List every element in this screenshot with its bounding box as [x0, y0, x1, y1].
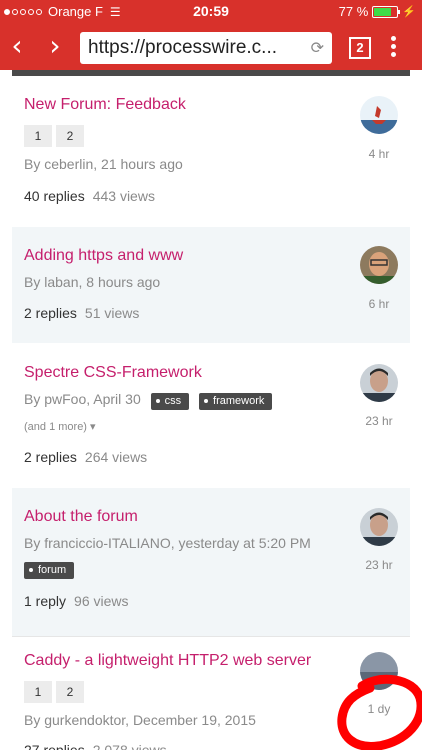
more-tags-toggle[interactable]: (and 1 more) ▾: [24, 420, 96, 433]
reply-count: 2 replies: [24, 305, 77, 321]
caret-down-icon: ▾: [90, 421, 96, 433]
topic-stats: 2 replies 51 views: [24, 305, 139, 321]
last-activity-time: 6 hr: [368, 297, 390, 311]
reply-count: 1 reply: [24, 593, 67, 609]
reload-icon[interactable]: ⟳: [311, 38, 324, 57]
view-count: 443 views: [92, 188, 155, 204]
more-vert-icon[interactable]: [388, 36, 398, 60]
topic-byline: By ceberlin, 21 hours ago: [24, 156, 183, 172]
battery-percent: 77 %: [338, 4, 369, 19]
topic-stats: 27 replies 2,078 views: [24, 742, 167, 750]
page-link[interactable]: 2: [56, 125, 84, 147]
page-link[interactable]: 1: [24, 125, 52, 147]
avatar[interactable]: [360, 508, 398, 546]
annotation-circle: [337, 674, 422, 750]
url-text[interactable]: https://processwire.c...: [88, 37, 277, 59]
chevron-right-icon[interactable]: ›: [42, 32, 68, 61]
view-count: 2,078 views: [92, 742, 167, 750]
topic-title[interactable]: New Forum: Feedback: [24, 96, 186, 114]
battery-info: 77 % ⚡: [339, 4, 416, 19]
topic-byline: By gurkendoktor, December 19, 2015: [24, 712, 256, 728]
view-count: 264 views: [84, 449, 148, 465]
topic-stats: 2 replies 264 views: [24, 449, 147, 465]
tabs-button[interactable]: 2: [349, 37, 371, 59]
reply-count: 27 replies: [24, 742, 85, 750]
tag-forum[interactable]: forum: [24, 562, 75, 579]
browser-toolbar: ‹ › https://processwire.c... ⟳ 2: [0, 24, 422, 70]
topic-item: New Forum: Feedback 1 2 By ceberlin, 21 …: [12, 76, 410, 218]
reply-count: 2 replies: [24, 449, 77, 465]
topic-byline: By pwFoo, April 30 css framework: [24, 391, 273, 410]
divider: [12, 636, 410, 637]
last-activity-time: 4 hr: [368, 147, 390, 161]
tag-css[interactable]: css: [150, 393, 190, 410]
topic-pagination: 1 2: [24, 125, 84, 147]
charging-bolt-icon: ⚡: [402, 6, 416, 18]
avatar[interactable]: [360, 364, 398, 402]
view-count: 51 views: [84, 305, 140, 321]
topic-pagination: 1 2: [24, 681, 84, 703]
topic-title[interactable]: Adding https and www: [24, 247, 183, 265]
topic-tags: forum: [18, 560, 75, 579]
battery-icon: [372, 5, 401, 18]
avatar[interactable]: [360, 246, 398, 284]
topic-item: Spectre CSS-Framework By pwFoo, April 30…: [12, 350, 410, 480]
url-bar[interactable]: https://processwire.c... ⟳: [80, 32, 332, 64]
last-activity-time: 23 hr: [365, 414, 393, 428]
topic-item: Adding https and www By laban, 8 hours a…: [12, 227, 410, 343]
topic-item: About the forum By franciccio-ITALIANO, …: [12, 488, 410, 636]
page-link[interactable]: 1: [24, 681, 52, 703]
topic-byline-text: By pwFoo, April 30: [24, 391, 141, 407]
tag-framework[interactable]: framework: [199, 393, 273, 410]
more-tags-label[interactable]: (and 1 more): [24, 421, 87, 433]
topic-byline: By franciccio-ITALIANO, yesterday at 5:2…: [24, 535, 311, 551]
chevron-left-icon[interactable]: ‹: [4, 32, 30, 61]
status-bar: Orange F ☰ 20:59 77 % ⚡: [0, 0, 422, 24]
topic-title[interactable]: Caddy - a lightweight HTTP2 web server: [24, 652, 311, 670]
reply-count: 40 replies: [24, 188, 85, 204]
view-count: 96 views: [74, 593, 129, 609]
topic-title[interactable]: About the forum: [24, 508, 138, 526]
topic-byline: By laban, 8 hours ago: [24, 274, 161, 290]
last-activity-time: 23 hr: [365, 558, 393, 572]
topic-title[interactable]: Spectre CSS-Framework: [24, 364, 202, 382]
topic-stats: 40 replies 443 views: [24, 188, 155, 204]
page-link[interactable]: 2: [56, 681, 84, 703]
topic-stats: 1 reply 96 views: [24, 593, 129, 609]
avatar[interactable]: [360, 96, 398, 134]
